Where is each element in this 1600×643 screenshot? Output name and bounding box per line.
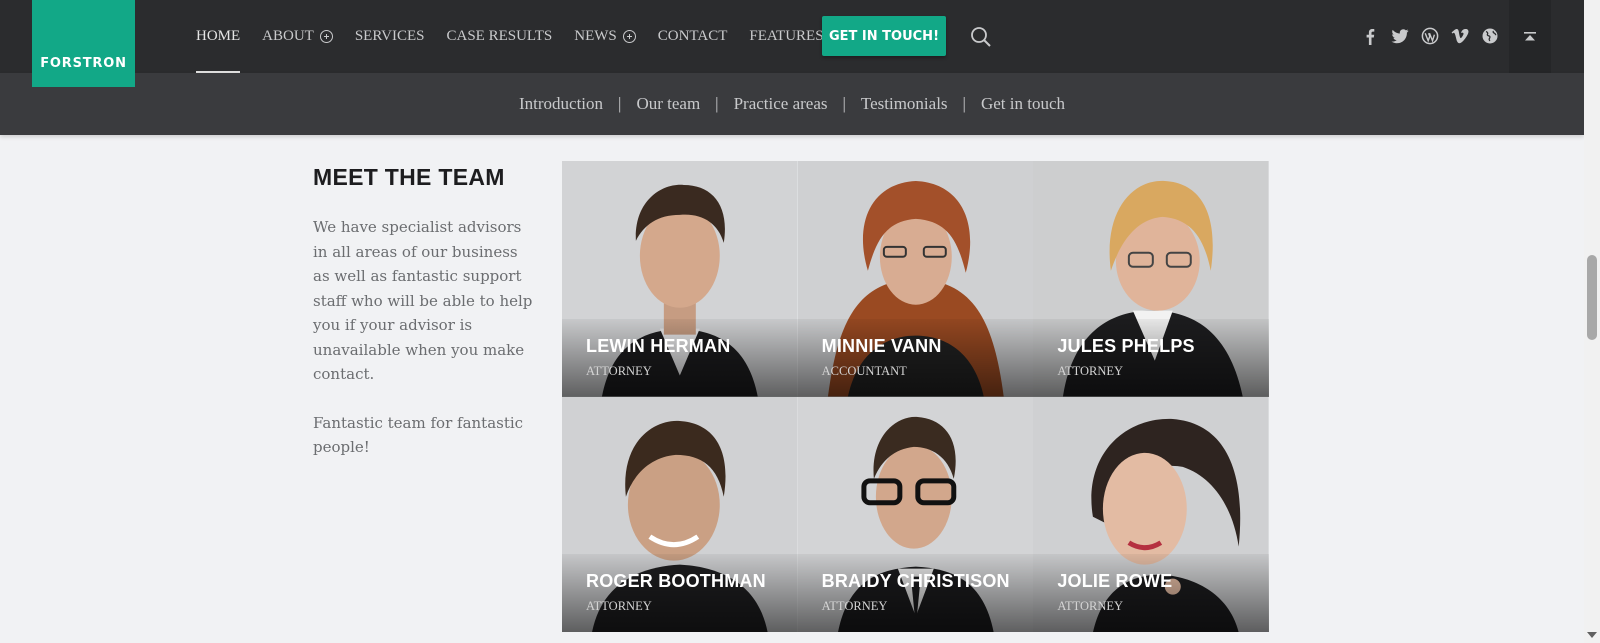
main-nav: HOME ABOUT SERVICES CASE RESULTS NEWS CO… — [196, 0, 865, 73]
member-name: BRAIDY CHRISTISON — [821, 571, 1010, 591]
nav-item-case-results[interactable]: CASE RESULTS — [447, 0, 553, 73]
top-navigation-bar: FORSTRON HOME ABOUT SERVICES CASE RESULT… — [0, 0, 1584, 87]
nav-item-services[interactable]: SERVICES — [355, 0, 425, 73]
subnav-link-practice-areas[interactable]: Practice areas — [734, 94, 828, 114]
subnav-separator: | — [962, 94, 966, 113]
section-title: MEET THE TEAM — [313, 164, 505, 190]
member-name: JOLIE ROWE — [1057, 571, 1173, 591]
nav-item-label: FEATURES — [749, 28, 824, 44]
facebook-icon[interactable] — [1355, 24, 1385, 48]
expand-plus-icon[interactable] — [622, 30, 636, 43]
get-in-touch-button[interactable]: GET IN TOUCH! — [822, 16, 946, 56]
intro-tagline: Fantastic team for fantastic people! — [313, 413, 524, 457]
member-role: ATTORNEY — [821, 599, 888, 613]
nav-item-label: ABOUT — [262, 28, 314, 44]
twitter-icon[interactable] — [1385, 24, 1415, 48]
team-card-lewin-herman[interactable]: LEWIN HERMAN ATTORNEY — [562, 161, 798, 397]
member-role: ATTORNEY — [586, 599, 652, 613]
nav-item-contact[interactable]: CONTACT — [658, 0, 728, 73]
member-name: ROGER BOOTHMAN — [586, 571, 766, 591]
member-role: ATTORNEY — [1057, 363, 1124, 378]
wordpress-icon[interactable] — [1415, 24, 1445, 48]
card-overlay — [562, 318, 798, 397]
team-card-jules-phelps[interactable]: JULES PHELPS ATTORNEY — [1033, 161, 1269, 397]
subnav-separator: | — [715, 94, 719, 113]
team-card-roger-boothman[interactable]: ROGER BOOTHMAN ATTORNEY — [562, 396, 798, 632]
social-links — [1355, 24, 1505, 48]
nav-item-label: HOME — [196, 28, 241, 44]
member-name: MINNIE VANN — [821, 335, 942, 356]
member-role: ATTORNEY — [1057, 599, 1124, 613]
subnav-link-introduction[interactable]: Introduction — [519, 94, 603, 114]
nav-item-home[interactable]: HOME — [196, 0, 241, 73]
subnav-separator: | — [618, 94, 622, 113]
member-name: JULES PHELPS — [1057, 335, 1195, 356]
card-overlay — [1033, 318, 1269, 397]
nav-item-news[interactable]: NEWS — [574, 0, 636, 73]
member-name: LEWIN HERMAN — [586, 335, 731, 356]
scroll-down-arrow-icon[interactable] — [1587, 632, 1597, 638]
nav-item-about[interactable]: ABOUT — [262, 0, 333, 73]
search-icon[interactable] — [970, 26, 992, 48]
nav-item-label: CONTACT — [657, 28, 728, 44]
team-card-jolie-rowe[interactable]: JOLIE ROWE ATTORNEY — [1033, 396, 1269, 632]
member-role: ATTORNEY — [586, 363, 652, 378]
section-subnav: Introduction | Our team | Practice areas… — [0, 73, 1584, 135]
subnav-link-our-team[interactable]: Our team — [636, 94, 700, 114]
vimeo-icon[interactable] — [1445, 24, 1475, 48]
card-overlay — [562, 554, 798, 632]
subnav-link-testimonials[interactable]: Testimonials — [861, 94, 948, 114]
team-grid: LEWIN HERMAN ATTORNEY MINNIE VANN ACCOUN… — [562, 161, 1269, 632]
card-overlay — [797, 554, 1034, 632]
nav-item-label: SERVICES — [354, 28, 425, 44]
nav-item-label: CASE RESULTS — [446, 28, 553, 44]
nav-item-label: NEWS — [574, 28, 617, 44]
globe-icon[interactable] — [1475, 24, 1505, 48]
subnav-separator: | — [842, 94, 846, 113]
intro-paragraph: We have specialist advisors in all areas… — [313, 218, 533, 383]
site-logo[interactable]: FORSTRON — [32, 0, 135, 87]
subnav-link-get-in-touch[interactable]: Get in touch — [981, 94, 1065, 114]
scrollbar-thumb[interactable] — [1587, 255, 1597, 340]
arrow-up-icon — [1524, 31, 1536, 40]
expand-plus-icon[interactable] — [319, 30, 333, 43]
scroll-to-top-button[interactable] — [1509, 0, 1551, 73]
card-overlay — [797, 318, 1034, 397]
member-role: ACCOUNTANT — [821, 363, 907, 378]
team-card-minnie-vann[interactable]: MINNIE VANN ACCOUNTANT — [797, 161, 1034, 397]
team-card-braidy-christison[interactable]: BRAIDY CHRISTISON ATTORNEY — [797, 396, 1034, 632]
card-overlay — [1033, 554, 1269, 632]
team-intro: MEET THE TEAM We have specialist advisor… — [313, 164, 533, 484]
